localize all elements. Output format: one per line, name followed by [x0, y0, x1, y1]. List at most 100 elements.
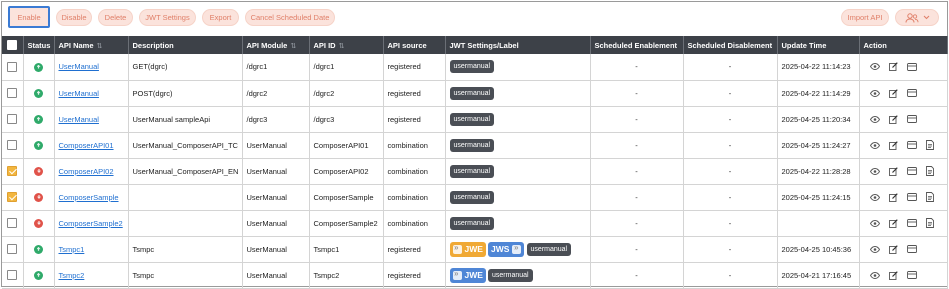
api-id-cell: /dgrc3: [309, 106, 384, 133]
edit-icon[interactable]: [888, 140, 898, 150]
document-icon[interactable]: [925, 166, 934, 176]
api-module-cell: UserManual: [242, 236, 310, 263]
card-icon[interactable]: [906, 245, 917, 253]
api-name-link[interactable]: UserManual: [59, 115, 99, 124]
scheduled-enablement-cell: -: [590, 132, 684, 159]
action-cell: [859, 184, 948, 211]
import-api-button[interactable]: Import API: [841, 9, 889, 26]
label-tag: usermanual: [449, 112, 495, 126]
view-icon[interactable]: [869, 141, 880, 149]
toolbar: Enable Disable Delete JWT Settings Expor…: [2, 2, 947, 34]
api-module-cell: UserManual: [242, 184, 310, 211]
api-source-cell: registered: [383, 106, 446, 133]
card-icon[interactable]: [906, 271, 917, 279]
view-icon[interactable]: [869, 245, 880, 253]
row-checkbox[interactable]: [7, 61, 18, 72]
row-select-cell: [2, 106, 24, 133]
delete-button[interactable]: Delete: [98, 9, 133, 26]
table-row[interactable]: ComposerAPI02 UserManual_ComposerAPI_EN Us…: [2, 158, 948, 185]
card-icon[interactable]: [906, 89, 917, 97]
disable-button[interactable]: Disable: [56, 9, 92, 26]
status-cell: [23, 184, 55, 211]
api-name-cell: Tsmpc1: [54, 236, 129, 263]
table-row[interactable]: Tsmpc1TsmpcUserManualTsmpc1registeredJWE…: [2, 236, 948, 263]
api-name-link[interactable]: ComposerAPI02: [59, 167, 114, 176]
cancel-scheduled-date-button[interactable]: Cancel Scheduled Date: [245, 9, 335, 26]
table-row[interactable]: UserManual UserManual sampleApi/dgrc3/dgr…: [2, 106, 948, 133]
row-checkbox[interactable]: [7, 192, 18, 202]
edit-icon[interactable]: [888, 244, 898, 254]
user-menu-button[interactable]: [895, 9, 939, 26]
view-icon[interactable]: [869, 167, 880, 175]
card-icon[interactable]: [906, 62, 917, 71]
table-row[interactable]: ComposerSample2 UserManual ComposerSample2…: [2, 210, 948, 237]
view-icon[interactable]: [869, 271, 880, 279]
edit-icon[interactable]: [888, 114, 898, 124]
view-icon[interactable]: [869, 63, 880, 71]
api-name-link[interactable]: Tsmpc2: [59, 271, 85, 280]
row-checkbox[interactable]: [7, 270, 18, 280]
card-icon[interactable]: [906, 141, 917, 149]
table-row[interactable]: ComposerAPI01 UserManual_ComposerAPI_TC Us…: [2, 132, 948, 159]
action-cell: [859, 106, 948, 133]
document-icon[interactable]: [925, 192, 934, 202]
status-disabled-icon: [34, 166, 43, 176]
jwt-settings-button[interactable]: JWT Settings: [139, 9, 196, 26]
row-checkbox[interactable]: [7, 166, 18, 176]
row-checkbox[interactable]: [7, 140, 18, 150]
edit-icon[interactable]: [888, 166, 898, 176]
row-checkbox[interactable]: [7, 88, 18, 98]
card-icon[interactable]: [906, 219, 917, 227]
scheduled-disablement-cell: -: [683, 158, 778, 185]
api-name-link[interactable]: ComposerAPI01: [59, 141, 114, 150]
scheduled-enablement-cell: -: [590, 262, 684, 289]
view-icon[interactable]: [869, 219, 880, 227]
document-icon[interactable]: [925, 218, 934, 228]
table-row[interactable]: UserManual POST(dgrc)/dgrc2/dgrc2 register…: [2, 80, 948, 107]
api-name-link[interactable]: Tsmpc1: [59, 245, 85, 254]
header-api-module[interactable]: API Module ⇅: [242, 36, 310, 54]
sort-icon[interactable]: ⇅: [97, 43, 103, 50]
select-all-checkbox[interactable]: [7, 40, 18, 50]
edit-icon[interactable]: [888, 218, 898, 228]
status-cell: [23, 262, 55, 289]
api-name-cell: ComposerSample2: [54, 210, 129, 237]
label-tag: usermanual: [526, 242, 572, 256]
edit-icon[interactable]: [888, 62, 898, 72]
card-icon[interactable]: [906, 115, 917, 123]
row-select-cell: [2, 132, 24, 159]
card-icon[interactable]: [906, 167, 917, 175]
edit-icon[interactable]: [888, 270, 898, 280]
view-icon[interactable]: [869, 89, 880, 97]
header-api-name[interactable]: API Name ⇅: [54, 36, 129, 54]
row-checkbox[interactable]: [7, 114, 18, 124]
api-module-cell: UserManual: [242, 262, 310, 289]
table-row[interactable]: Tsmpc2TsmpcUserManualTsmpc2registeredJWE…: [2, 262, 948, 289]
sort-icon[interactable]: ⇅: [339, 43, 345, 50]
header-jwt: JWT Settings/Label: [445, 36, 591, 54]
enable-button[interactable]: Enable: [8, 6, 50, 28]
api-name-cell: ComposerAPI01: [54, 132, 129, 159]
row-checkbox[interactable]: [7, 244, 18, 254]
card-icon[interactable]: [906, 193, 917, 201]
api-name-link[interactable]: UserManual: [59, 62, 99, 71]
action-cell: [859, 262, 948, 289]
table-row[interactable]: ComposerSample UserManual ComposerSample co…: [2, 184, 948, 211]
api-name-link[interactable]: ComposerSample: [59, 193, 119, 202]
jwt-cell: usermanual: [445, 158, 591, 185]
edit-icon[interactable]: [888, 88, 898, 98]
document-icon[interactable]: [925, 140, 934, 150]
export-button[interactable]: Export: [202, 9, 239, 26]
view-icon[interactable]: [869, 193, 880, 201]
api-name-link[interactable]: UserManual: [59, 89, 99, 98]
api-name-link[interactable]: ComposerSample2: [59, 219, 123, 228]
edit-icon[interactable]: [888, 192, 898, 202]
sort-icon[interactable]: ⇅: [290, 43, 296, 50]
header-status: Status: [23, 36, 55, 54]
view-icon[interactable]: [869, 115, 880, 123]
row-checkbox[interactable]: [7, 218, 18, 228]
header-api-id[interactable]: API ID ⇅: [309, 36, 384, 54]
table-row[interactable]: UserManual GET(dgrc)/dgrc1/dgrc1 registere…: [2, 54, 948, 81]
api-source-cell: registered: [383, 80, 446, 107]
api-id-cell: Tsmpc1: [309, 236, 384, 263]
